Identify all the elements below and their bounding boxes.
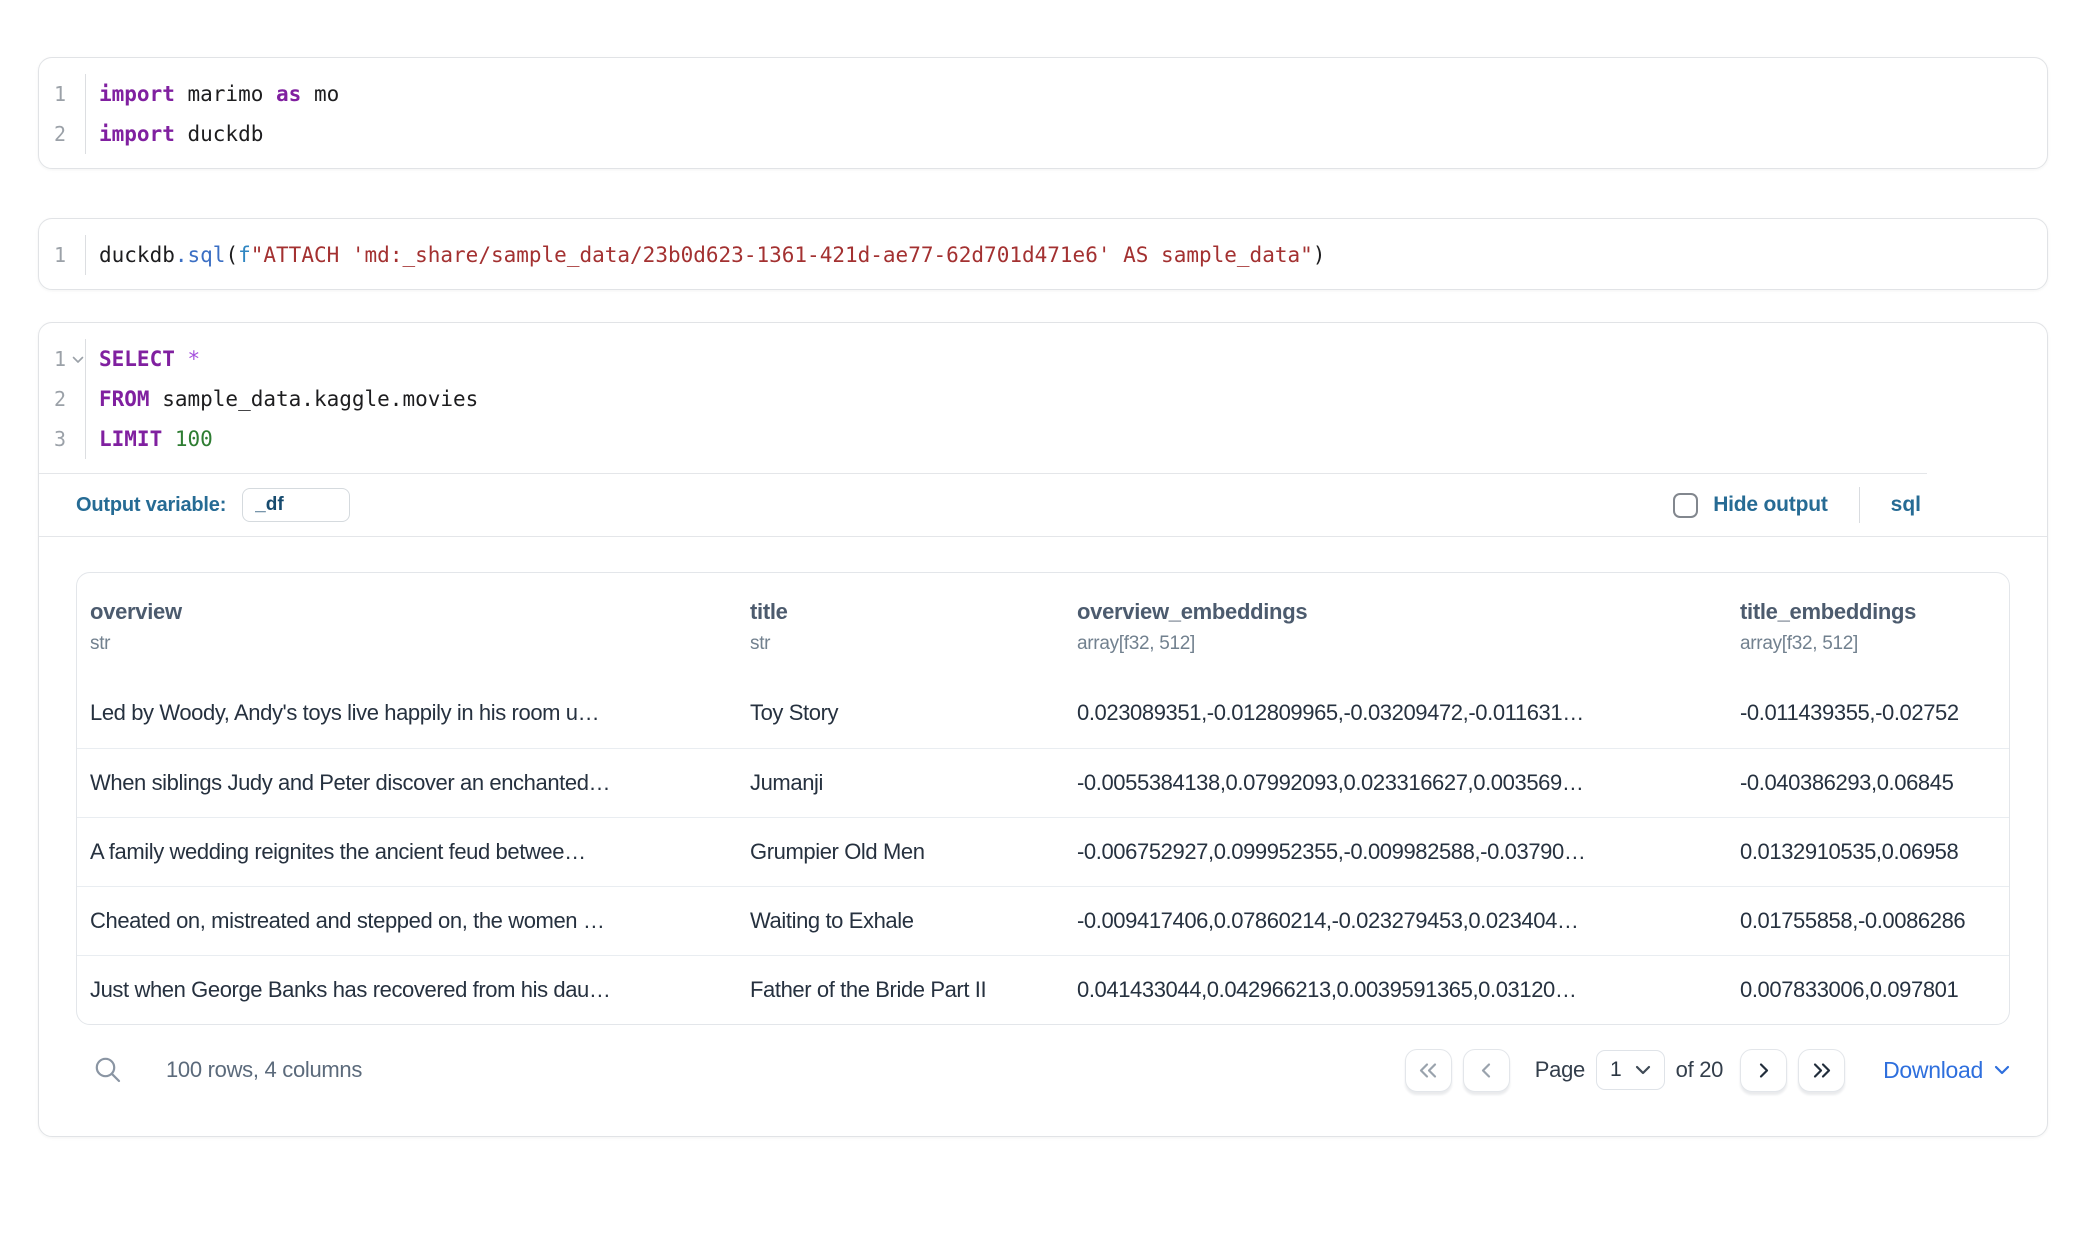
table-cell: -0.040386293,0.06845 — [1740, 748, 2009, 817]
table-cell: 0.01755858,-0.0086286 — [1740, 886, 2009, 955]
table-row: Just when George Banks has recovered fro… — [77, 955, 2009, 1024]
code-editor[interactable]: 123 SELECT *FROM sample_data.kaggle.movi… — [39, 323, 2047, 473]
output-variable-input[interactable] — [242, 488, 350, 522]
chevron-down-icon — [1994, 1065, 2010, 1075]
column-name: overview_embeddings — [1077, 599, 1724, 625]
next-page-button[interactable] — [1740, 1049, 1787, 1092]
column-header-title_embeddings[interactable]: title_embeddings array[f32, 512] — [1740, 573, 2009, 679]
table-header-row: overview str title str overview_embeddingsar… — [77, 573, 2009, 679]
chevrons-right-icon — [1811, 1062, 1833, 1079]
table-row: Led by Woody, Andy's toys live happily i… — [77, 679, 2009, 748]
table-cell: Led by Woody, Andy's toys live happily i… — [77, 679, 750, 748]
language-badge: sql — [1891, 493, 1921, 517]
code-editor[interactable]: 12 import marimo as moimport duckdb — [39, 58, 2047, 168]
column-header-overview[interactable]: overview str — [77, 573, 750, 679]
table-cell: 0.041433044,0.042966213,0.0039591365,0.0… — [1077, 955, 1740, 1024]
table-footer: 100 rows, 4 columns Pa — [76, 1041, 2010, 1099]
table-row: A family wedding reignites the ancient f… — [77, 817, 2009, 886]
dataframe-table: overview str title str overview_embeddingsar… — [76, 572, 2010, 1025]
code-content[interactable]: duckdb.sql(f"ATTACH 'md:_share/sample_da… — [85, 235, 2047, 275]
first-page-button[interactable] — [1405, 1049, 1452, 1092]
line-number: 3 — [39, 419, 85, 459]
page-number-select[interactable]: 1 — [1596, 1050, 1665, 1090]
pagination: Page 1 of 20 — [1405, 1049, 2010, 1092]
table-cell: Grumpier Old Men — [750, 817, 1077, 886]
hide-output-label[interactable]: Hide output — [1713, 493, 1827, 517]
notebook-cell-attach: 1 duckdb.sql(f"ATTACH 'md:_share/sample_… — [38, 218, 2048, 290]
column-header-overview_embeddings[interactable]: overview_embeddings array[f32, 512] — [1077, 573, 1740, 679]
row-count-status: 100 rows, 4 columns — [166, 1057, 362, 1083]
code-line[interactable]: duckdb.sql(f"ATTACH 'md:_share/sample_da… — [99, 235, 2047, 275]
table-cell: Cheated on, mistreated and stepped on, t… — [77, 886, 750, 955]
table-row: When siblings Judy and Peter discover an… — [77, 748, 2009, 817]
notebook-cell-sql: 123 SELECT *FROM sample_data.kaggle.movi… — [38, 322, 2048, 1137]
chevrons-left-icon — [1417, 1062, 1439, 1079]
table-cell: -0.009417406,0.07860214,-0.023279453,0.0… — [1077, 886, 1740, 955]
line-number: 2 — [39, 114, 85, 154]
table-cell: 0.007833006,0.097801 — [1740, 955, 2009, 1024]
column-type: array[f32, 512] — [1077, 633, 1724, 655]
chevron-left-icon — [1479, 1062, 1493, 1079]
column-type: array[f32, 512] — [1740, 633, 1993, 655]
table-cell: Waiting to Exhale — [750, 886, 1077, 955]
table-cell: Father of the Bride Part II — [750, 955, 1077, 1024]
hide-output-checkbox[interactable] — [1673, 493, 1698, 518]
prev-page-button[interactable] — [1463, 1049, 1510, 1092]
column-type: str — [750, 633, 1061, 655]
chevron-right-icon — [1757, 1062, 1771, 1079]
table-cell: Jumanji — [750, 748, 1077, 817]
line-number-gutter: 12 — [39, 74, 85, 154]
table-cell: Toy Story — [750, 679, 1077, 748]
column-type: str — [90, 633, 734, 655]
line-number-gutter: 123 — [39, 339, 85, 459]
column-name: title — [750, 599, 1061, 625]
download-button[interactable]: Download — [1883, 1057, 2010, 1084]
output-variable-label: Output variable: — [76, 494, 226, 517]
table-cell: -0.0055384138,0.07992093,0.023316627,0.0… — [1077, 748, 1740, 817]
code-line[interactable]: import marimo as mo — [99, 74, 2047, 114]
table-cell: 0.0132910535,0.06958 — [1740, 817, 2009, 886]
page-select-value: 1 — [1610, 1058, 1622, 1082]
code-line[interactable]: SELECT * — [99, 339, 2047, 379]
table-cell: When siblings Judy and Peter discover an… — [77, 748, 750, 817]
sql-cell-footer: Output variable: Hide output sql — [39, 474, 2047, 536]
chevron-down-icon — [1635, 1065, 1651, 1075]
code-line[interactable]: import duckdb — [99, 114, 2047, 154]
code-content[interactable]: SELECT *FROM sample_data.kaggle.moviesLI… — [85, 339, 2047, 459]
line-number-gutter: 1 — [39, 235, 85, 275]
fold-chevron-icon[interactable] — [72, 356, 84, 364]
table-cell: A family wedding reignites the ancient f… — [77, 817, 750, 886]
total-pages-label: of 20 — [1676, 1057, 1723, 1083]
code-content[interactable]: import marimo as moimport duckdb — [85, 74, 2047, 154]
column-header-title[interactable]: title str — [750, 573, 1077, 679]
table-cell: Just when George Banks has recovered fro… — [77, 955, 750, 1024]
page-label: Page — [1535, 1057, 1585, 1083]
notebook-cell-imports: 12 import marimo as moimport duckdb — [38, 57, 2048, 169]
table-cell: -0.011439355,-0.02752 — [1740, 679, 2009, 748]
table-body: Led by Woody, Andy's toys live happily i… — [77, 679, 2009, 1024]
line-number: 1 — [39, 235, 85, 275]
table-cell: -0.006752927,0.099952355,-0.009982588,-0… — [1077, 817, 1740, 886]
code-line[interactable]: FROM sample_data.kaggle.movies — [99, 379, 2047, 419]
cell-output-area: overview str title str overview_embeddingsar… — [39, 536, 2047, 1136]
column-name: overview — [90, 599, 734, 625]
code-editor[interactable]: 1 duckdb.sql(f"ATTACH 'md:_share/sample_… — [39, 219, 2047, 289]
code-line[interactable]: LIMIT 100 — [99, 419, 2047, 459]
table-row: Cheated on, mistreated and stepped on, t… — [77, 886, 2009, 955]
search-icon[interactable] — [92, 1053, 126, 1087]
table-cell: 0.023089351,-0.012809965,-0.03209472,-0.… — [1077, 679, 1740, 748]
last-page-button[interactable] — [1798, 1049, 1845, 1092]
download-label: Download — [1883, 1057, 1983, 1084]
column-name: title_embeddings — [1740, 599, 1993, 625]
line-number: 2 — [39, 379, 85, 419]
footer-divider — [1859, 487, 1860, 523]
line-number: 1 — [39, 339, 85, 379]
line-number: 1 — [39, 74, 85, 114]
